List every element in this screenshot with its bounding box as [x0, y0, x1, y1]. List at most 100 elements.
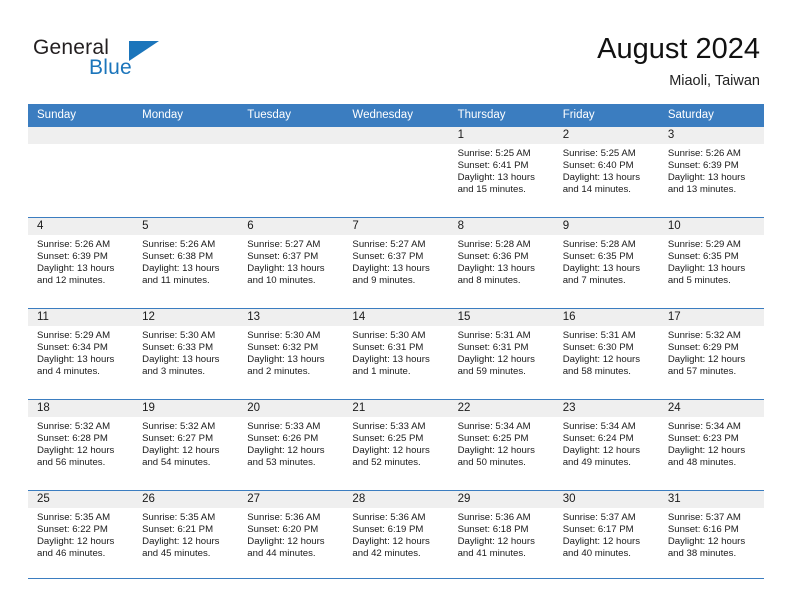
calendar-day-cell[interactable]: 27 Sunrise: 5:36 AM Sunset: 6:20 PM Dayligh… [238, 490, 344, 581]
day-details: Sunrise: 5:28 AM Sunset: 6:36 PM Daylight:… [449, 235, 554, 287]
sunset-text: Sunset: 6:22 PM [37, 524, 108, 536]
day-details: Sunrise: 5:36 AM Sunset: 6:19 PM Daylight:… [343, 508, 448, 560]
daylight-text-line1: Daylight: 13 hours [457, 263, 535, 275]
calendar-day-cell[interactable]: 24 Sunrise: 5:34 AM Sunset: 6:23 PM Dayligh… [658, 399, 764, 491]
calendar-day-cell[interactable]: 7 Sunrise: 5:27 AM Sunset: 6:37 PM Daylight… [343, 217, 449, 309]
sunrise-text: Sunrise: 5:28 AM [457, 239, 531, 250]
sunset-text: Sunset: 6:23 PM [667, 433, 739, 445]
sunset-text: Sunset: 6:32 PM [247, 342, 319, 354]
calendar-day-cell[interactable]: 2 Sunrise: 5:25 AM Sunset: 6:40 PM Daylight… [553, 126, 659, 218]
day-number: 8 [448, 218, 554, 235]
day-details: Sunrise: 5:36 AM Sunset: 6:20 PM Daylight:… [238, 508, 343, 560]
daylight-text-line2: and 44 minutes. [247, 548, 316, 560]
sunrise-text: Sunrise: 5:34 AM [562, 421, 636, 432]
calendar-day-cell[interactable]: 13 Sunrise: 5:30 AM Sunset: 6:32 PM Dayligh… [238, 308, 344, 400]
daylight-text-line2: and 2 minutes. [247, 366, 311, 378]
calendar-day-cell[interactable]: 8 Sunrise: 5:28 AM Sunset: 6:36 PM Daylight… [448, 217, 554, 309]
daylight-text-line1: Daylight: 13 hours [562, 172, 641, 184]
day-details [28, 144, 133, 148]
calendar-day-cell[interactable]: 21 Sunrise: 5:33 AM Sunset: 6:25 PM Dayligh… [343, 399, 449, 491]
calendar-day-cell[interactable]: 26 Sunrise: 5:35 AM Sunset: 6:21 PM Dayligh… [133, 490, 239, 581]
calendar-day-cell[interactable]: 6 Sunrise: 5:27 AM Sunset: 6:37 PM Daylight… [238, 217, 344, 309]
sunrise-text: Sunrise: 5:35 AM [142, 512, 216, 523]
weekday-header-wednesday: Wednesday [343, 104, 449, 127]
page-subtitle-location: Miaoli, Taiwan [669, 73, 760, 89]
calendar-day-cell[interactable]: 3 Sunrise: 5:26 AM Sunset: 6:39 PM Daylight… [658, 126, 764, 218]
calendar-day-cell-empty [343, 126, 449, 218]
day-details: Sunrise: 5:30 AM Sunset: 6:33 PM Daylight:… [133, 326, 238, 378]
daylight-text-line2: and 40 minutes. [562, 548, 631, 560]
calendar-day-cell[interactable]: 12 Sunrise: 5:30 AM Sunset: 6:33 PM Dayligh… [133, 308, 239, 400]
day-details: Sunrise: 5:29 AM Sunset: 6:34 PM Daylight:… [28, 326, 133, 378]
sunset-text: Sunset: 6:16 PM [667, 524, 739, 536]
sunrise-text: Sunrise: 5:31 AM [457, 330, 531, 341]
daylight-text-line1: Daylight: 13 hours [352, 263, 430, 275]
day-number: 17 [658, 309, 764, 326]
day-details: Sunrise: 5:34 AM Sunset: 6:24 PM Daylight:… [554, 417, 659, 469]
day-cell-inner: 23 Sunrise: 5:34 AM Sunset: 6:24 PM Dayligh… [553, 400, 659, 490]
calendar-day-cell[interactable]: 25 Sunrise: 5:35 AM Sunset: 6:22 PM Dayligh… [28, 490, 134, 581]
day-cell-inner [343, 127, 449, 217]
day-details: Sunrise: 5:32 AM Sunset: 6:28 PM Daylight:… [28, 417, 133, 469]
day-number [343, 127, 449, 144]
weekday-header-thursday: Thursday [448, 104, 554, 127]
calendar-day-cell[interactable]: 19 Sunrise: 5:32 AM Sunset: 6:27 PM Dayligh… [133, 399, 239, 491]
day-details [133, 144, 238, 148]
sunset-text: Sunset: 6:18 PM [457, 524, 529, 536]
day-number: 31 [658, 491, 764, 508]
sunrise-text: Sunrise: 5:30 AM [352, 330, 426, 341]
calendar-day-cell[interactable]: 31 Sunrise: 5:37 AM Sunset: 6:16 PM Dayligh… [658, 490, 764, 581]
calendar-day-cell[interactable]: 22 Sunrise: 5:34 AM Sunset: 6:25 PM Dayligh… [448, 399, 554, 491]
day-cell-inner: 29 Sunrise: 5:36 AM Sunset: 6:18 PM Dayligh… [448, 491, 554, 581]
sunset-text: Sunset: 6:26 PM [247, 433, 319, 445]
calendar-day-cell[interactable]: 30 Sunrise: 5:37 AM Sunset: 6:17 PM Dayligh… [553, 490, 659, 581]
daylight-text-line2: and 4 minutes. [37, 366, 100, 378]
calendar-day-cell-empty [133, 126, 239, 218]
calendar-day-cell[interactable]: 20 Sunrise: 5:33 AM Sunset: 6:26 PM Dayligh… [238, 399, 344, 491]
calendar-day-cell[interactable]: 11 Sunrise: 5:29 AM Sunset: 6:34 PM Dayligh… [28, 308, 134, 400]
calendar-day-cell[interactable]: 9 Sunrise: 5:28 AM Sunset: 6:35 PM Daylight… [553, 217, 659, 309]
day-cell-inner [28, 127, 134, 217]
sunset-text: Sunset: 6:36 PM [457, 251, 529, 263]
page-header: General Blue August 2024 Miaoli, Taiwan [0, 0, 792, 104]
daylight-text-line1: Daylight: 12 hours [352, 445, 430, 457]
daylight-text-line2: and 58 minutes. [562, 366, 631, 378]
calendar-page: General Blue August 2024 Miaoli, Taiwan … [0, 0, 792, 612]
daylight-text-line2: and 10 minutes. [247, 275, 316, 287]
day-details: Sunrise: 5:26 AM Sunset: 6:38 PM Daylight:… [133, 235, 238, 287]
sunset-text: Sunset: 6:41 PM [457, 160, 529, 172]
daylight-text-line1: Daylight: 12 hours [247, 445, 325, 457]
calendar-day-cell[interactable]: 16 Sunrise: 5:31 AM Sunset: 6:30 PM Dayligh… [553, 308, 659, 400]
calendar-day-cell[interactable]: 10 Sunrise: 5:29 AM Sunset: 6:35 PM Dayligh… [658, 217, 764, 309]
day-number: 21 [343, 400, 449, 417]
general-blue-logo[interactable]: General Blue [33, 36, 213, 84]
page-title: August 2024 [597, 33, 760, 65]
calendar-day-cell[interactable]: 5 Sunrise: 5:26 AM Sunset: 6:38 PM Daylight… [133, 217, 239, 309]
daylight-text-line1: Daylight: 12 hours [352, 536, 430, 548]
day-number: 4 [28, 218, 134, 235]
weekday-header-sunday: Sunday [28, 104, 134, 127]
weekday-header-tuesday: Tuesday [238, 104, 344, 127]
calendar-day-cell[interactable]: 15 Sunrise: 5:31 AM Sunset: 6:31 PM Dayligh… [448, 308, 554, 400]
sunrise-text: Sunrise: 5:29 AM [37, 330, 111, 341]
sunset-text: Sunset: 6:33 PM [142, 342, 214, 354]
calendar-day-cell[interactable]: 28 Sunrise: 5:36 AM Sunset: 6:19 PM Dayligh… [343, 490, 449, 581]
sunset-text: Sunset: 6:25 PM [352, 433, 424, 445]
calendar-day-cell[interactable]: 17 Sunrise: 5:32 AM Sunset: 6:29 PM Dayligh… [658, 308, 764, 400]
daylight-text-line2: and 11 minutes. [142, 275, 210, 287]
daylight-text-line2: and 45 minutes. [142, 548, 211, 560]
day-number: 14 [343, 309, 449, 326]
calendar-day-cell[interactable]: 4 Sunrise: 5:26 AM Sunset: 6:39 PM Daylight… [28, 217, 134, 309]
sunrise-text: Sunrise: 5:27 AM [352, 239, 426, 250]
day-number: 22 [448, 400, 554, 417]
calendar-day-cell[interactable]: 1 Sunrise: 5:25 AM Sunset: 6:41 PM Daylight… [448, 126, 554, 218]
calendar-day-cell[interactable]: 14 Sunrise: 5:30 AM Sunset: 6:31 PM Dayligh… [343, 308, 449, 400]
calendar-day-cell[interactable]: 23 Sunrise: 5:34 AM Sunset: 6:24 PM Dayligh… [553, 399, 659, 491]
sunrise-text: Sunrise: 5:36 AM [457, 512, 531, 523]
calendar-day-cell[interactable]: 29 Sunrise: 5:36 AM Sunset: 6:18 PM Dayligh… [448, 490, 554, 581]
day-number: 24 [658, 400, 764, 417]
day-cell-inner: 6 Sunrise: 5:27 AM Sunset: 6:37 PM Daylight… [238, 218, 344, 308]
day-cell-inner: 22 Sunrise: 5:34 AM Sunset: 6:25 PM Dayligh… [448, 400, 554, 490]
calendar-day-cell[interactable]: 18 Sunrise: 5:32 AM Sunset: 6:28 PM Dayligh… [28, 399, 134, 491]
day-cell-inner: 25 Sunrise: 5:35 AM Sunset: 6:22 PM Dayligh… [28, 491, 134, 581]
